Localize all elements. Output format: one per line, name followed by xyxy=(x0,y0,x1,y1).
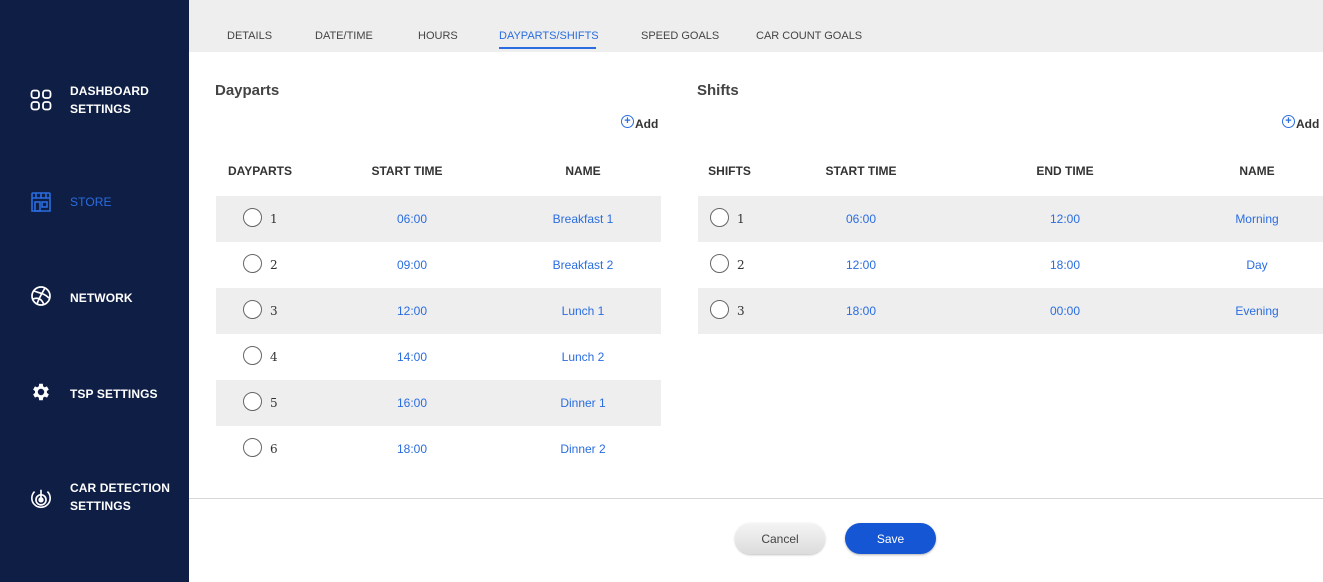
add-daypart-label: Add xyxy=(635,117,659,131)
table-row: 3 18:00 00:00 Evening xyxy=(698,288,1323,334)
tab-hours[interactable]: HOURS xyxy=(418,30,458,42)
store-icon xyxy=(30,191,52,213)
shift-start-time[interactable]: 12:00 xyxy=(811,258,911,272)
daypart-start-time[interactable]: 16:00 xyxy=(362,396,462,410)
shift-name[interactable]: Evening xyxy=(1207,304,1307,318)
shift-number: 2 xyxy=(737,258,745,272)
tab-car-count-goals[interactable]: CAR COUNT GOALS xyxy=(756,30,862,42)
daypart-name[interactable]: Breakfast 2 xyxy=(533,258,633,272)
gear-icon xyxy=(30,381,52,403)
daypart-name[interactable]: Dinner 1 xyxy=(533,396,633,410)
dashboard-grid-icon xyxy=(30,89,52,111)
add-shift-label: Add xyxy=(1296,117,1320,131)
daypart-name[interactable]: Lunch 2 xyxy=(533,350,633,364)
active-tab-indicator xyxy=(499,47,596,49)
daypart-start-time[interactable]: 09:00 xyxy=(362,258,462,272)
sidebar-item-label: CAR DETECTION SETTINGS xyxy=(70,481,170,513)
daypart-radio[interactable] xyxy=(243,346,262,365)
tab-details[interactable]: DETAILS xyxy=(227,30,272,42)
sidebar-item-label: NETWORK xyxy=(70,291,133,305)
daypart-number: 4 xyxy=(270,350,278,364)
sidebar-item-car-detection-settings[interactable]: CAR DETECTION SETTINGS xyxy=(0,478,189,518)
shift-name[interactable]: Morning xyxy=(1207,212,1307,226)
daypart-radio[interactable] xyxy=(243,438,262,457)
name-column-header: NAME xyxy=(565,164,601,178)
end-time-column-header: END TIME xyxy=(1036,164,1094,178)
tab-date-time[interactable]: DATE/TIME xyxy=(315,30,373,42)
daypart-start-time[interactable]: 18:00 xyxy=(362,442,462,456)
name-column-header: NAME xyxy=(1239,164,1275,178)
sidebar-item-network[interactable]: NETWORK xyxy=(0,284,189,310)
table-row: 4 14:00 Lunch 2 xyxy=(216,334,661,380)
shift-number: 1 xyxy=(737,212,745,226)
add-shift-button[interactable]: + Add xyxy=(1282,114,1320,131)
sidebar-item-dashboard-settings[interactable]: DASHBOARD SETTINGS xyxy=(0,80,189,120)
daypart-number: 6 xyxy=(270,442,278,456)
add-circle-icon: + xyxy=(621,114,634,128)
sidebar-item-label: STORE xyxy=(70,195,112,209)
shift-name[interactable]: Day xyxy=(1207,258,1307,272)
sidebar-item-label: TSP SETTINGS xyxy=(70,387,158,401)
add-circle-icon: + xyxy=(1282,114,1295,128)
save-button[interactable]: Save xyxy=(845,523,936,554)
daypart-name[interactable]: Breakfast 1 xyxy=(533,212,633,226)
shift-number: 3 xyxy=(737,304,745,318)
footer-divider xyxy=(189,498,1323,499)
daypart-start-time[interactable]: 06:00 xyxy=(362,212,462,226)
table-row: 1 06:00 Breakfast 1 xyxy=(216,196,661,242)
daypart-number: 5 xyxy=(270,396,278,410)
table-row: 2 12:00 18:00 Day xyxy=(698,242,1323,288)
start-time-column-header: START TIME xyxy=(371,164,443,178)
dayparts-column-header: DAYPARTS xyxy=(227,164,292,178)
daypart-name[interactable]: Lunch 1 xyxy=(533,304,633,318)
sidebar-item-tsp-settings[interactable]: TSP SETTINGS xyxy=(0,380,189,406)
shift-start-time[interactable]: 06:00 xyxy=(811,212,911,226)
table-row: 5 16:00 Dinner 1 xyxy=(216,380,661,426)
daypart-number: 3 xyxy=(270,304,278,318)
dayparts-title: Dayparts xyxy=(215,82,280,99)
tab-bar xyxy=(189,0,1323,52)
car-detection-icon xyxy=(30,487,52,509)
daypart-number: 2 xyxy=(270,258,278,272)
table-row: 1 06:00 12:00 Morning xyxy=(698,196,1323,242)
daypart-name[interactable]: Dinner 2 xyxy=(533,442,633,456)
shift-radio[interactable] xyxy=(710,208,729,227)
shift-end-time[interactable]: 18:00 xyxy=(1015,258,1115,272)
daypart-start-time[interactable]: 14:00 xyxy=(362,350,462,364)
sidebar-item-store[interactable]: STORE xyxy=(0,190,189,214)
shift-radio[interactable] xyxy=(710,300,729,319)
daypart-radio[interactable] xyxy=(243,392,262,411)
start-time-column-header: START TIME xyxy=(825,164,897,178)
daypart-start-time[interactable]: 12:00 xyxy=(362,304,462,318)
shifts-title: Shifts xyxy=(697,82,739,99)
shift-radio[interactable] xyxy=(710,254,729,273)
table-row: 6 18:00 Dinner 2 xyxy=(216,426,661,472)
sidebar-item-label: DASHBOARD SETTINGS xyxy=(70,84,149,116)
daypart-radio[interactable] xyxy=(243,208,262,227)
sidebar: DASHBOARD SETTINGS STORE NETWORK TSP SET… xyxy=(0,0,189,582)
cancel-button[interactable]: Cancel xyxy=(735,523,825,554)
table-row: 2 09:00 Breakfast 2 xyxy=(216,242,661,288)
daypart-radio[interactable] xyxy=(243,254,262,273)
network-globe-icon xyxy=(30,285,52,307)
daypart-number: 1 xyxy=(270,212,278,226)
shifts-column-header: SHIFTS xyxy=(708,164,751,178)
shift-end-time[interactable]: 12:00 xyxy=(1015,212,1115,226)
add-daypart-button[interactable]: + Add xyxy=(621,114,659,131)
shift-start-time[interactable]: 18:00 xyxy=(811,304,911,318)
tab-speed-goals[interactable]: SPEED GOALS xyxy=(641,30,719,42)
table-row: 3 12:00 Lunch 1 xyxy=(216,288,661,334)
tab-dayparts-shifts[interactable]: DAYPARTS/SHIFTS xyxy=(499,30,599,42)
daypart-radio[interactable] xyxy=(243,300,262,319)
shift-end-time[interactable]: 00:00 xyxy=(1015,304,1115,318)
